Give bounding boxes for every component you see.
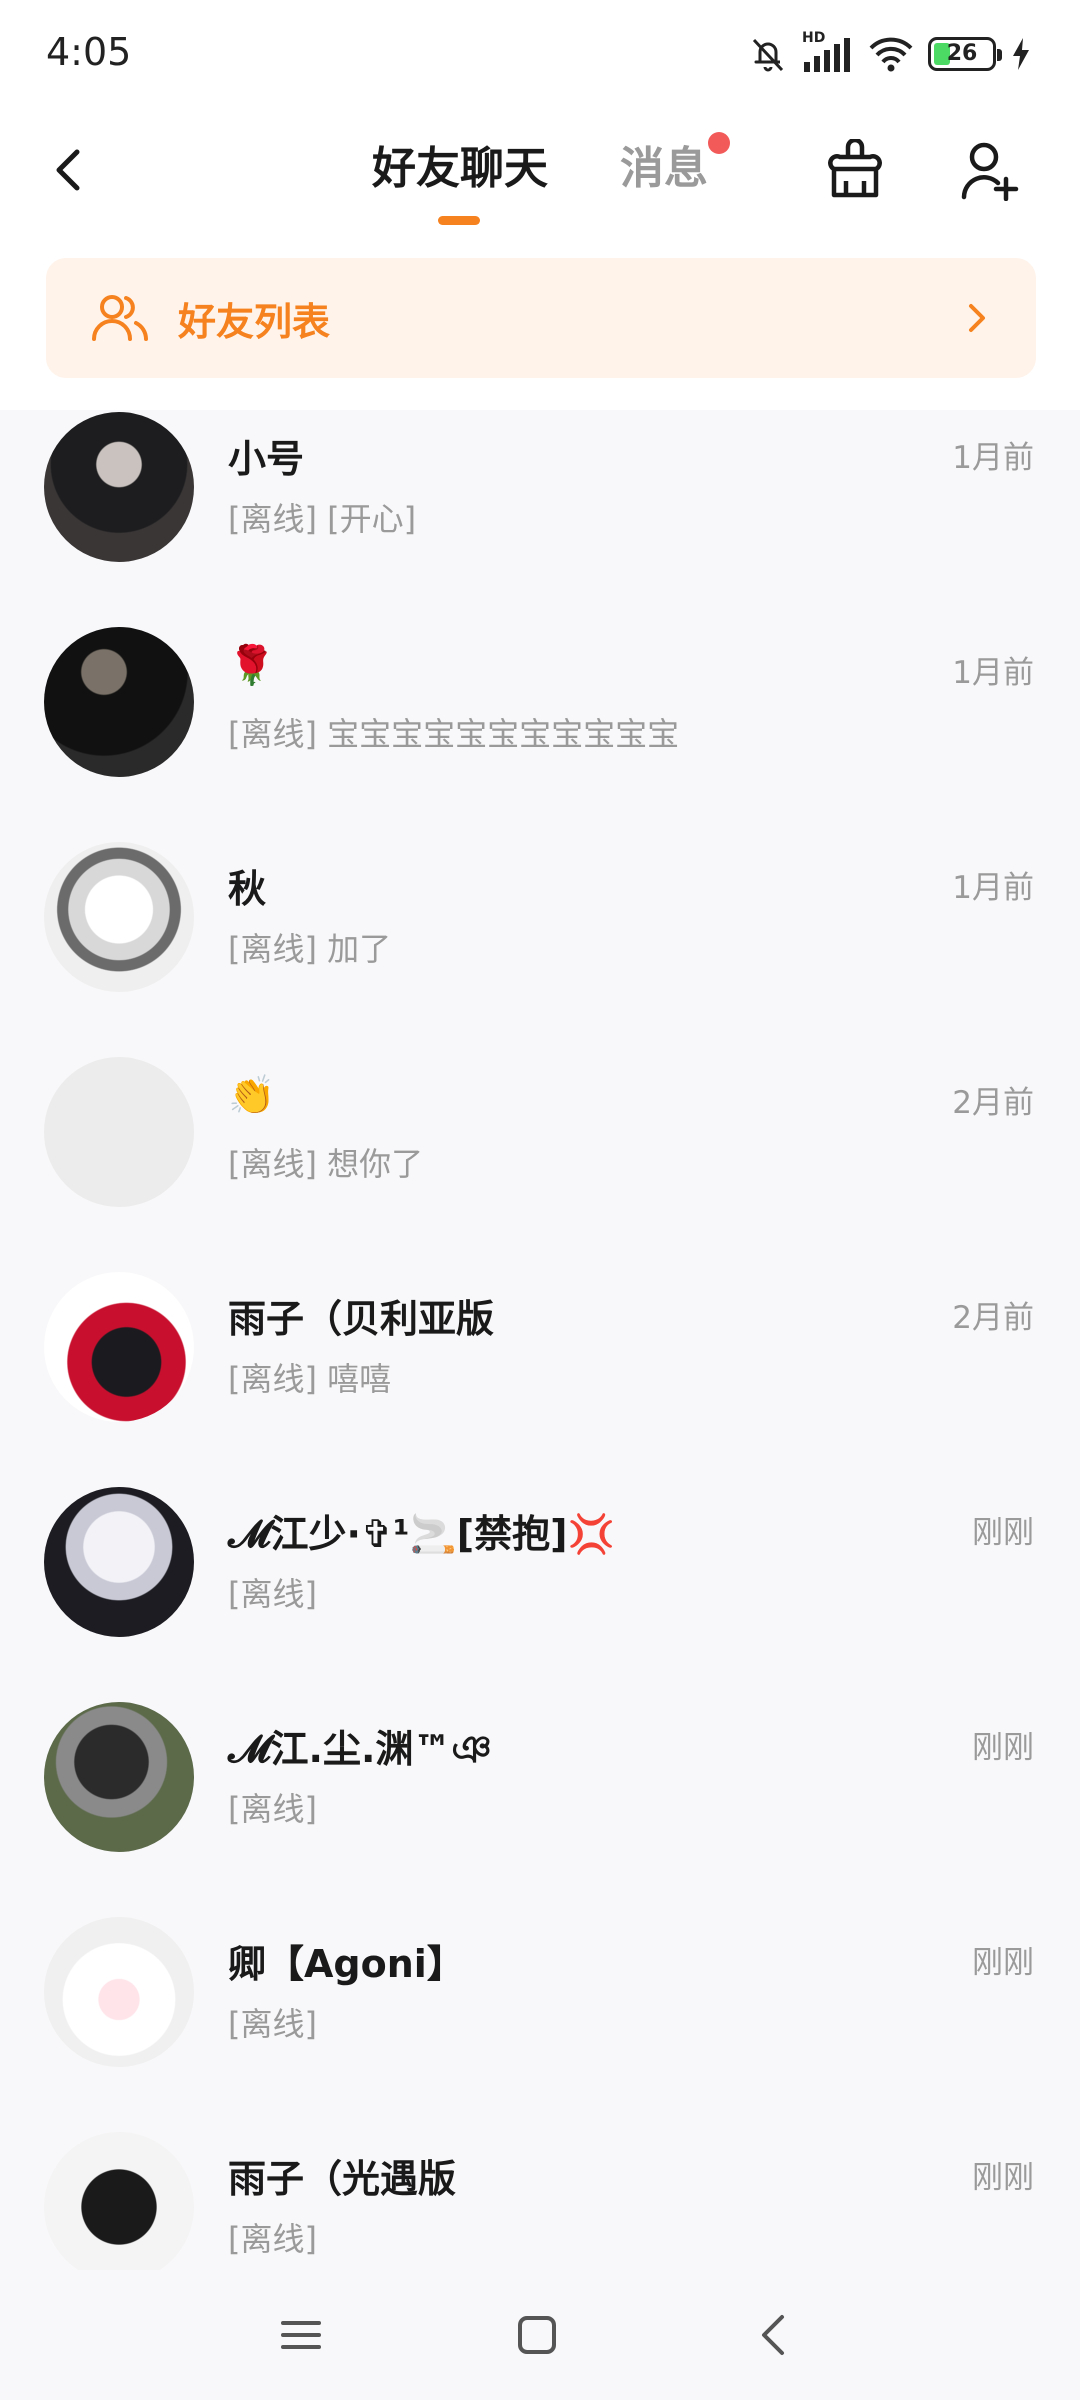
status-time: 4:05 <box>46 30 132 74</box>
chat-time: 2月前 <box>952 1300 1034 1336</box>
system-navigation-bar <box>0 2270 1080 2400</box>
avatar <box>44 1057 194 1207</box>
chat-name: 卿【Agoni】 <box>228 1942 465 1986</box>
add-friend-button[interactable] <box>955 130 1025 210</box>
avatar <box>44 1487 194 1637</box>
chat-preview: [离线] <box>228 1575 317 1613</box>
chat-name: 𝓜江.尘.渊™ঞ <box>228 1727 492 1771</box>
chat-preview: [离线] [开心] <box>228 500 417 538</box>
cellular-signal-icon: HD <box>802 30 854 74</box>
screen: 4:05 HD 26 好友聊天 消息 好友列表 小号 [离线] [开心] 1月前… <box>0 0 1080 2400</box>
avatar <box>44 1917 194 2067</box>
clean-button[interactable] <box>820 130 890 210</box>
avatar <box>44 842 194 992</box>
chat-time: 刚刚 <box>972 1945 1034 1981</box>
chat-time: 2月前 <box>952 1085 1034 1121</box>
chat-list-item[interactable]: 秋 [离线] 加了 1月前 <box>0 840 1080 1055</box>
chat-list-item[interactable]: 小号 [离线] [开心] 1月前 <box>0 410 1080 625</box>
avatar <box>44 1272 194 1422</box>
avatar <box>44 2132 194 2270</box>
menu-icon <box>281 2321 321 2349</box>
chat-list-item[interactable]: 👏 [离线] 想你了 2月前 <box>0 1055 1080 1270</box>
chat-time: 1月前 <box>952 870 1034 906</box>
battery-level: 26 <box>946 41 978 66</box>
chat-time: 刚刚 <box>972 2160 1034 2196</box>
mute-bell-icon <box>748 34 788 74</box>
home-square-icon <box>518 2316 556 2354</box>
chat-list-item[interactable]: 卿【Agoni】 [离线] 刚刚 <box>0 1915 1080 2130</box>
home-button[interactable] <box>502 2300 572 2370</box>
back-button[interactable] <box>38 130 98 210</box>
chat-name: 小号 <box>228 437 305 481</box>
header: 好友聊天 消息 <box>0 110 1080 240</box>
chat-list-item[interactable]: 𝓜江.尘.渊™ঞ [离线] 刚刚 <box>0 1700 1080 1915</box>
chat-preview: [离线] 宝宝宝宝宝宝宝宝宝宝宝 <box>228 715 680 753</box>
active-tab-indicator <box>438 216 480 225</box>
chat-name: 𝓜江少·✞¹🚬[禁抱]💢 <box>228 1512 615 1556</box>
chat-time: 刚刚 <box>972 1730 1034 1766</box>
chat-preview: [离线] <box>228 2220 317 2258</box>
chat-time: 1月前 <box>952 440 1034 476</box>
friend-list-label: 好友列表 <box>178 299 331 344</box>
avatar <box>44 412 194 562</box>
chat-preview: [离线] <box>228 2005 317 2043</box>
add-friend-icon <box>961 142 1019 201</box>
chat-name: 🌹 <box>228 643 276 687</box>
avatar <box>44 1702 194 1852</box>
wifi-icon <box>868 34 914 74</box>
system-back-button[interactable] <box>738 2300 808 2370</box>
status-bar: 4:05 HD 26 <box>0 0 1080 110</box>
chat-list-item[interactable]: 雨子（贝利亚版 [离线] 嘻嘻 2月前 <box>0 1270 1080 1485</box>
chat-name: 👏 <box>228 1073 276 1117</box>
chat-preview: [离线] 嘻嘻 <box>228 1360 392 1398</box>
tab-friend-chat[interactable]: 好友聊天 <box>372 134 548 204</box>
chevron-right-icon <box>962 298 992 338</box>
chat-preview: [离线] 加了 <box>228 930 392 968</box>
chat-list-item[interactable]: 🌹 [离线] 宝宝宝宝宝宝宝宝宝宝宝 1月前 <box>0 625 1080 840</box>
chat-name: 雨子（贝利亚版 <box>228 1297 495 1341</box>
chat-list-item[interactable]: 𝓜江少·✞¹🚬[禁抱]💢 [离线] 刚刚 <box>0 1485 1080 1700</box>
back-triangle-icon <box>762 2315 784 2355</box>
unread-dot <box>708 132 730 154</box>
chat-list: 小号 [离线] [开心] 1月前 🌹 [离线] 宝宝宝宝宝宝宝宝宝宝宝 1月前 … <box>0 410 1080 2270</box>
chat-preview: [离线] <box>228 1790 317 1828</box>
broom-clean-icon <box>828 139 882 198</box>
battery-cap <box>997 49 1002 61</box>
back-arrow-icon <box>56 149 80 191</box>
chat-time: 1月前 <box>952 655 1034 691</box>
chat-preview: [离线] 想你了 <box>228 1145 424 1183</box>
chat-name: 雨子（光遇版 <box>228 2157 457 2201</box>
chat-list-item[interactable]: 雨子（光遇版 [离线] 刚刚 <box>0 2130 1080 2270</box>
recent-apps-button[interactable] <box>266 2300 336 2370</box>
chat-name: 秋 <box>228 867 267 911</box>
avatar <box>44 627 194 777</box>
chat-time: 刚刚 <box>972 1515 1034 1551</box>
tab-messages[interactable]: 消息 <box>620 134 708 204</box>
friends-icon <box>90 288 150 348</box>
charging-bolt-icon <box>1010 36 1032 72</box>
status-icons: HD 26 <box>748 30 1032 76</box>
battery-icon: 26 <box>928 37 1002 71</box>
friend-list-banner[interactable]: 好友列表 <box>46 258 1036 378</box>
